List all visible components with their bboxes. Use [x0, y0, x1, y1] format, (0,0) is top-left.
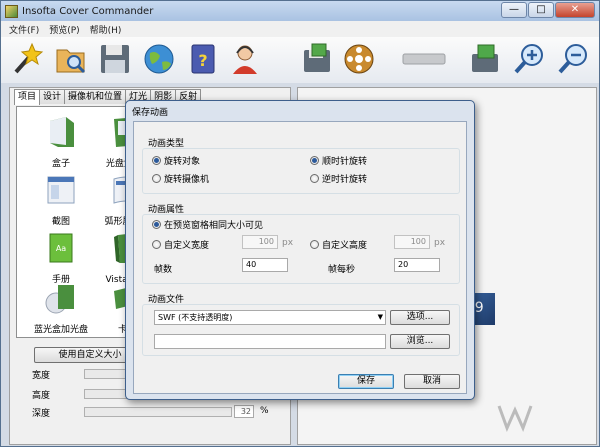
rotate-object-radio[interactable]	[152, 156, 161, 165]
save-image-icon[interactable]	[299, 41, 335, 77]
maximize-button[interactable]: □	[528, 2, 554, 18]
options-button[interactable]: 选项...	[390, 310, 450, 325]
depth-unit: %	[260, 406, 269, 416]
browse-button[interactable]: 浏览...	[390, 334, 450, 349]
export-icon[interactable]	[467, 41, 503, 77]
custom-height-unit: px	[434, 238, 446, 248]
custom-height-label: 自定义高度	[322, 241, 368, 251]
rotate-object-option[interactable]: 旋转对象	[152, 154, 200, 167]
svg-text:?: ?	[198, 51, 207, 70]
help-book-icon[interactable]: ?	[185, 41, 221, 77]
box-thumbnail-icon	[50, 117, 74, 147]
bluray-thumbnail-icon	[45, 285, 74, 314]
screenshot-thumbnail-icon	[47, 176, 75, 204]
menu-file[interactable]: 文件(F)	[9, 23, 39, 36]
gallery-item-label: 截图	[51, 217, 70, 227]
clockwise-label: 顺时针旋转	[322, 157, 368, 167]
zoom-out-icon[interactable]	[555, 41, 591, 77]
gallery-item-box[interactable]: 盒子	[31, 115, 91, 171]
watermark-logo-icon	[497, 405, 533, 433]
custom-height-input[interactable]: 100	[394, 235, 430, 249]
title-bar: Insofta Cover Commander — □ ✕	[1, 1, 599, 21]
gallery-item-label: 盒子	[51, 159, 70, 169]
dialog-title: 保存动画	[132, 108, 169, 118]
frames-input[interactable]: 40	[242, 258, 288, 272]
fps-input[interactable]: 20	[394, 258, 440, 272]
save-button[interactable]: 保存	[338, 374, 394, 389]
height-slider[interactable]	[84, 389, 130, 399]
counterclockwise-radio[interactable]	[310, 174, 319, 183]
depth-value[interactable]: 32	[234, 405, 254, 418]
close-button[interactable]: ✕	[555, 2, 595, 18]
file-path-input[interactable]	[154, 334, 386, 349]
minimize-button[interactable]: —	[501, 2, 527, 18]
clockwise-option[interactable]: 顺时针旋转	[310, 154, 367, 167]
fps-label: 帧每秒	[328, 265, 356, 275]
globe-icon[interactable]	[141, 41, 177, 77]
depth-slider[interactable]	[84, 407, 232, 417]
depth-label: 深度	[32, 409, 51, 419]
same-as-preview-label: 在预览窗格相同大小可见	[164, 221, 264, 231]
manual-thumbnail-icon: Aa	[49, 233, 73, 263]
film-reel-icon[interactable]	[341, 41, 377, 77]
rotate-object-label: 旋转对象	[164, 157, 201, 167]
gallery-item-manual[interactable]: Aa 手册	[31, 231, 91, 287]
same-as-preview-option[interactable]: 在预览窗格相同大小可见	[152, 218, 263, 231]
dialog-body: 动画类型 旋转对象 旋转摄像机 顺时针旋转 逆时针旋转 动画属性 在预览窗格相同…	[133, 121, 467, 394]
custom-width-option[interactable]: 自定义宽度	[152, 238, 209, 251]
menu-bar: 文件(F) 预览(P) 帮助(H)	[1, 21, 599, 37]
frames-label: 帧数	[154, 265, 173, 275]
custom-width-label: 自定义宽度	[164, 241, 210, 251]
file-format-select[interactable]: SWF (不支持透明度) ▼	[154, 310, 386, 325]
toolbar: ?	[1, 37, 599, 83]
file-format-value: SWF (不支持透明度)	[158, 313, 233, 322]
clockwise-radio[interactable]	[310, 156, 319, 165]
rotate-camera-option[interactable]: 旋转摄像机	[152, 172, 209, 185]
counterclockwise-option[interactable]: 逆时针旋转	[310, 172, 367, 185]
menu-help[interactable]: 帮助(H)	[90, 23, 122, 36]
window-title: Insofta Cover Commander	[22, 5, 154, 17]
save-icon[interactable]	[97, 41, 133, 77]
window-controls: — □ ✕	[501, 2, 595, 18]
menu-preview[interactable]: 预览(P)	[49, 23, 79, 36]
gallery-item-label: 蓝光盒加光盘	[33, 325, 88, 335]
custom-width-unit: px	[282, 238, 294, 248]
save-animation-dialog: 保存动画 动画类型 旋转对象 旋转摄像机 顺时针旋转 逆时针旋转 动画属性 在预…	[125, 100, 475, 400]
custom-height-option[interactable]: 自定义高度	[310, 238, 367, 251]
custom-width-input[interactable]: 100	[242, 235, 278, 249]
custom-height-radio[interactable]	[310, 240, 319, 249]
rotate-camera-radio[interactable]	[152, 174, 161, 183]
svg-text:Aa: Aa	[56, 244, 66, 253]
app-logo-icon	[5, 4, 18, 18]
counterclockwise-label: 逆时针旋转	[322, 175, 368, 185]
gallery-item-screenshot[interactable]: 截图	[31, 173, 91, 229]
watermark	[495, 400, 539, 440]
tab-design[interactable]: 设计	[39, 89, 66, 104]
width-label: 宽度	[32, 371, 51, 381]
same-as-preview-radio[interactable]	[152, 220, 161, 229]
height-label: 高度	[32, 391, 51, 401]
app-window: Insofta Cover Commander — □ ✕ 文件(F) 预览(P…	[0, 0, 600, 447]
width-slider[interactable]	[84, 369, 130, 379]
support-person-icon[interactable]	[227, 41, 263, 77]
custom-width-radio[interactable]	[152, 240, 161, 249]
blank-bar-icon[interactable]	[401, 41, 447, 77]
gallery-item-bluray[interactable]: 蓝光盒加光盘	[31, 281, 91, 337]
rotate-camera-label: 旋转摄像机	[164, 175, 210, 185]
tab-project[interactable]: 项目	[14, 89, 41, 105]
open-folder-icon[interactable]	[53, 41, 89, 77]
tab-camera-position[interactable]: 摄像机和位置	[64, 89, 127, 104]
wizard-icon[interactable]	[9, 41, 45, 77]
zoom-in-icon[interactable]	[511, 41, 547, 77]
cancel-button[interactable]: 取消	[404, 374, 460, 389]
chevron-down-icon: ▼	[377, 313, 383, 321]
